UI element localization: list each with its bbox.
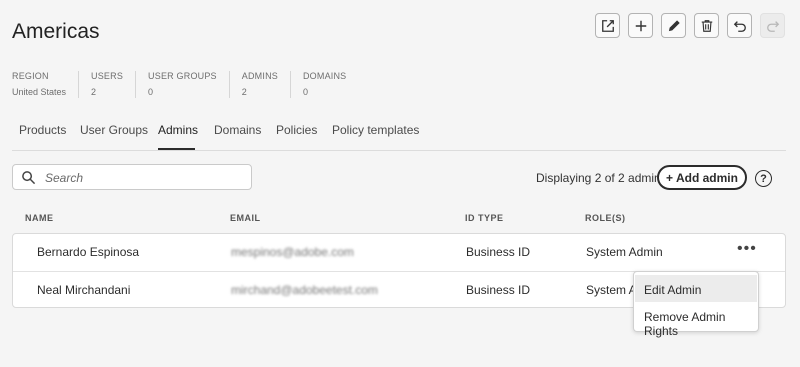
stat-user-groups: USER GROUPS 0 — [135, 71, 229, 98]
menu-item-label: Remove Admin Rights — [644, 310, 726, 338]
menu-item-remove-admin-rights[interactable]: Remove Admin Rights — [635, 302, 757, 338]
admin-email: mespinos@adobe.com — [231, 245, 354, 259]
tab-policies[interactable]: Policies — [276, 123, 317, 137]
stat-region: REGION United States — [12, 71, 78, 98]
admin-id-type: Business ID — [466, 283, 531, 297]
tab-domains[interactable]: Domains — [214, 123, 261, 137]
stat-label: REGION — [12, 71, 49, 81]
stat-value: 2 — [241, 87, 247, 97]
plus-icon — [635, 20, 646, 31]
column-header-name[interactable]: NAME — [25, 213, 54, 223]
row-actions-menu: Edit Admin Remove Admin Rights — [633, 271, 759, 338]
stat-users: USERS 2 — [78, 71, 135, 98]
column-header-email[interactable]: EMAIL — [230, 213, 261, 223]
tab-user-groups[interactable]: User Groups — [80, 123, 148, 137]
stat-value: 0 — [148, 87, 154, 97]
stat-domains: DOMAINS 0 — [289, 71, 358, 98]
trash-icon — [701, 19, 712, 32]
menu-item-label: Edit Admin — [644, 283, 702, 297]
stat-value: 2 — [91, 87, 97, 97]
pencil-icon — [668, 19, 680, 31]
stat-label: USERS — [91, 71, 124, 81]
open-external-icon — [601, 19, 614, 32]
stat-label: USER GROUPS — [148, 71, 217, 81]
undo-icon — [733, 20, 746, 32]
delete-button[interactable] — [694, 13, 719, 38]
results-count: Displaying 2 of 2 admins — [536, 171, 667, 185]
stats-bar: REGION United States USERS 2 USER GROUPS… — [12, 71, 358, 98]
redo-button[interactable] — [760, 13, 785, 38]
tab-admins[interactable]: Admins — [158, 123, 198, 137]
stat-admins: ADMINS 2 — [228, 71, 290, 98]
page-title: Americas — [12, 20, 100, 43]
help-button[interactable]: ? — [755, 170, 772, 187]
edit-button[interactable] — [661, 13, 686, 38]
add-admin-button[interactable]: + Add admin — [657, 165, 747, 190]
search-icon — [22, 171, 36, 185]
undo-button[interactable] — [727, 13, 752, 38]
stat-label: ADMINS — [241, 71, 278, 81]
admin-name: Bernardo Espinosa — [37, 245, 140, 259]
column-header-roles[interactable]: ROLE(S) — [585, 213, 626, 223]
search-box — [12, 164, 252, 190]
add-button[interactable] — [628, 13, 653, 38]
admin-name: Neal Mirchandani — [37, 283, 131, 297]
tab-policy-templates[interactable]: Policy templates — [332, 123, 419, 137]
search-input[interactable] — [43, 168, 247, 188]
admin-email: mirchand@adobeetest.com — [231, 283, 378, 297]
active-tab-indicator — [158, 148, 195, 150]
stat-value: 0 — [302, 87, 308, 97]
more-actions-icon[interactable]: ••• — [737, 240, 757, 258]
help-icon: ? — [760, 172, 767, 185]
column-header-id-type[interactable]: ID TYPE — [465, 213, 504, 223]
menu-item-edit-admin[interactable]: Edit Admin — [635, 275, 757, 302]
toolbar — [595, 13, 785, 38]
stat-value: United States — [12, 87, 67, 97]
table-row[interactable]: Bernardo Espinosa mespinos@adobe.com Bus… — [13, 234, 785, 271]
tab-products[interactable]: Products — [19, 123, 66, 137]
admin-role: System Admin — [586, 245, 663, 259]
admin-id-type: Business ID — [466, 245, 531, 259]
open-external-button[interactable] — [595, 13, 620, 38]
stat-label: DOMAINS — [302, 71, 347, 81]
redo-icon — [766, 20, 779, 32]
tab-bar: Products User Groups Admins Domains Poli… — [12, 116, 786, 151]
